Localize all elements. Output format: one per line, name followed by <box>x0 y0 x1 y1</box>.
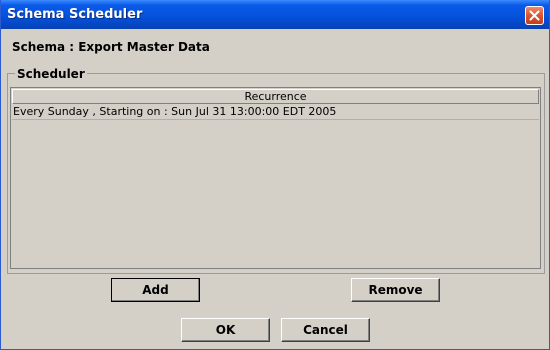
column-header-recurrence[interactable]: Recurrence <box>12 89 539 104</box>
schema-scheduler-window: Schema Scheduler Schema : Export Master … <box>0 0 550 350</box>
add-button[interactable]: Add <box>111 278 200 302</box>
close-icon <box>529 10 540 21</box>
cancel-button[interactable]: Cancel <box>281 318 370 342</box>
scheduler-legend: Scheduler <box>15 67 87 81</box>
close-button[interactable] <box>525 6 544 25</box>
remove-button[interactable]: Remove <box>351 278 440 302</box>
window-title: Schema Scheduler <box>7 7 143 22</box>
recurrence-table[interactable]: Recurrence Every Sunday , Starting on : … <box>10 87 541 269</box>
table-row[interactable]: Every Sunday , Starting on : Sun Jul 31 … <box>12 105 539 120</box>
ok-button[interactable]: OK <box>181 318 270 342</box>
title-bar[interactable]: Schema Scheduler <box>1 0 549 29</box>
schema-name-label: Schema : Export Master Data <box>12 40 210 54</box>
